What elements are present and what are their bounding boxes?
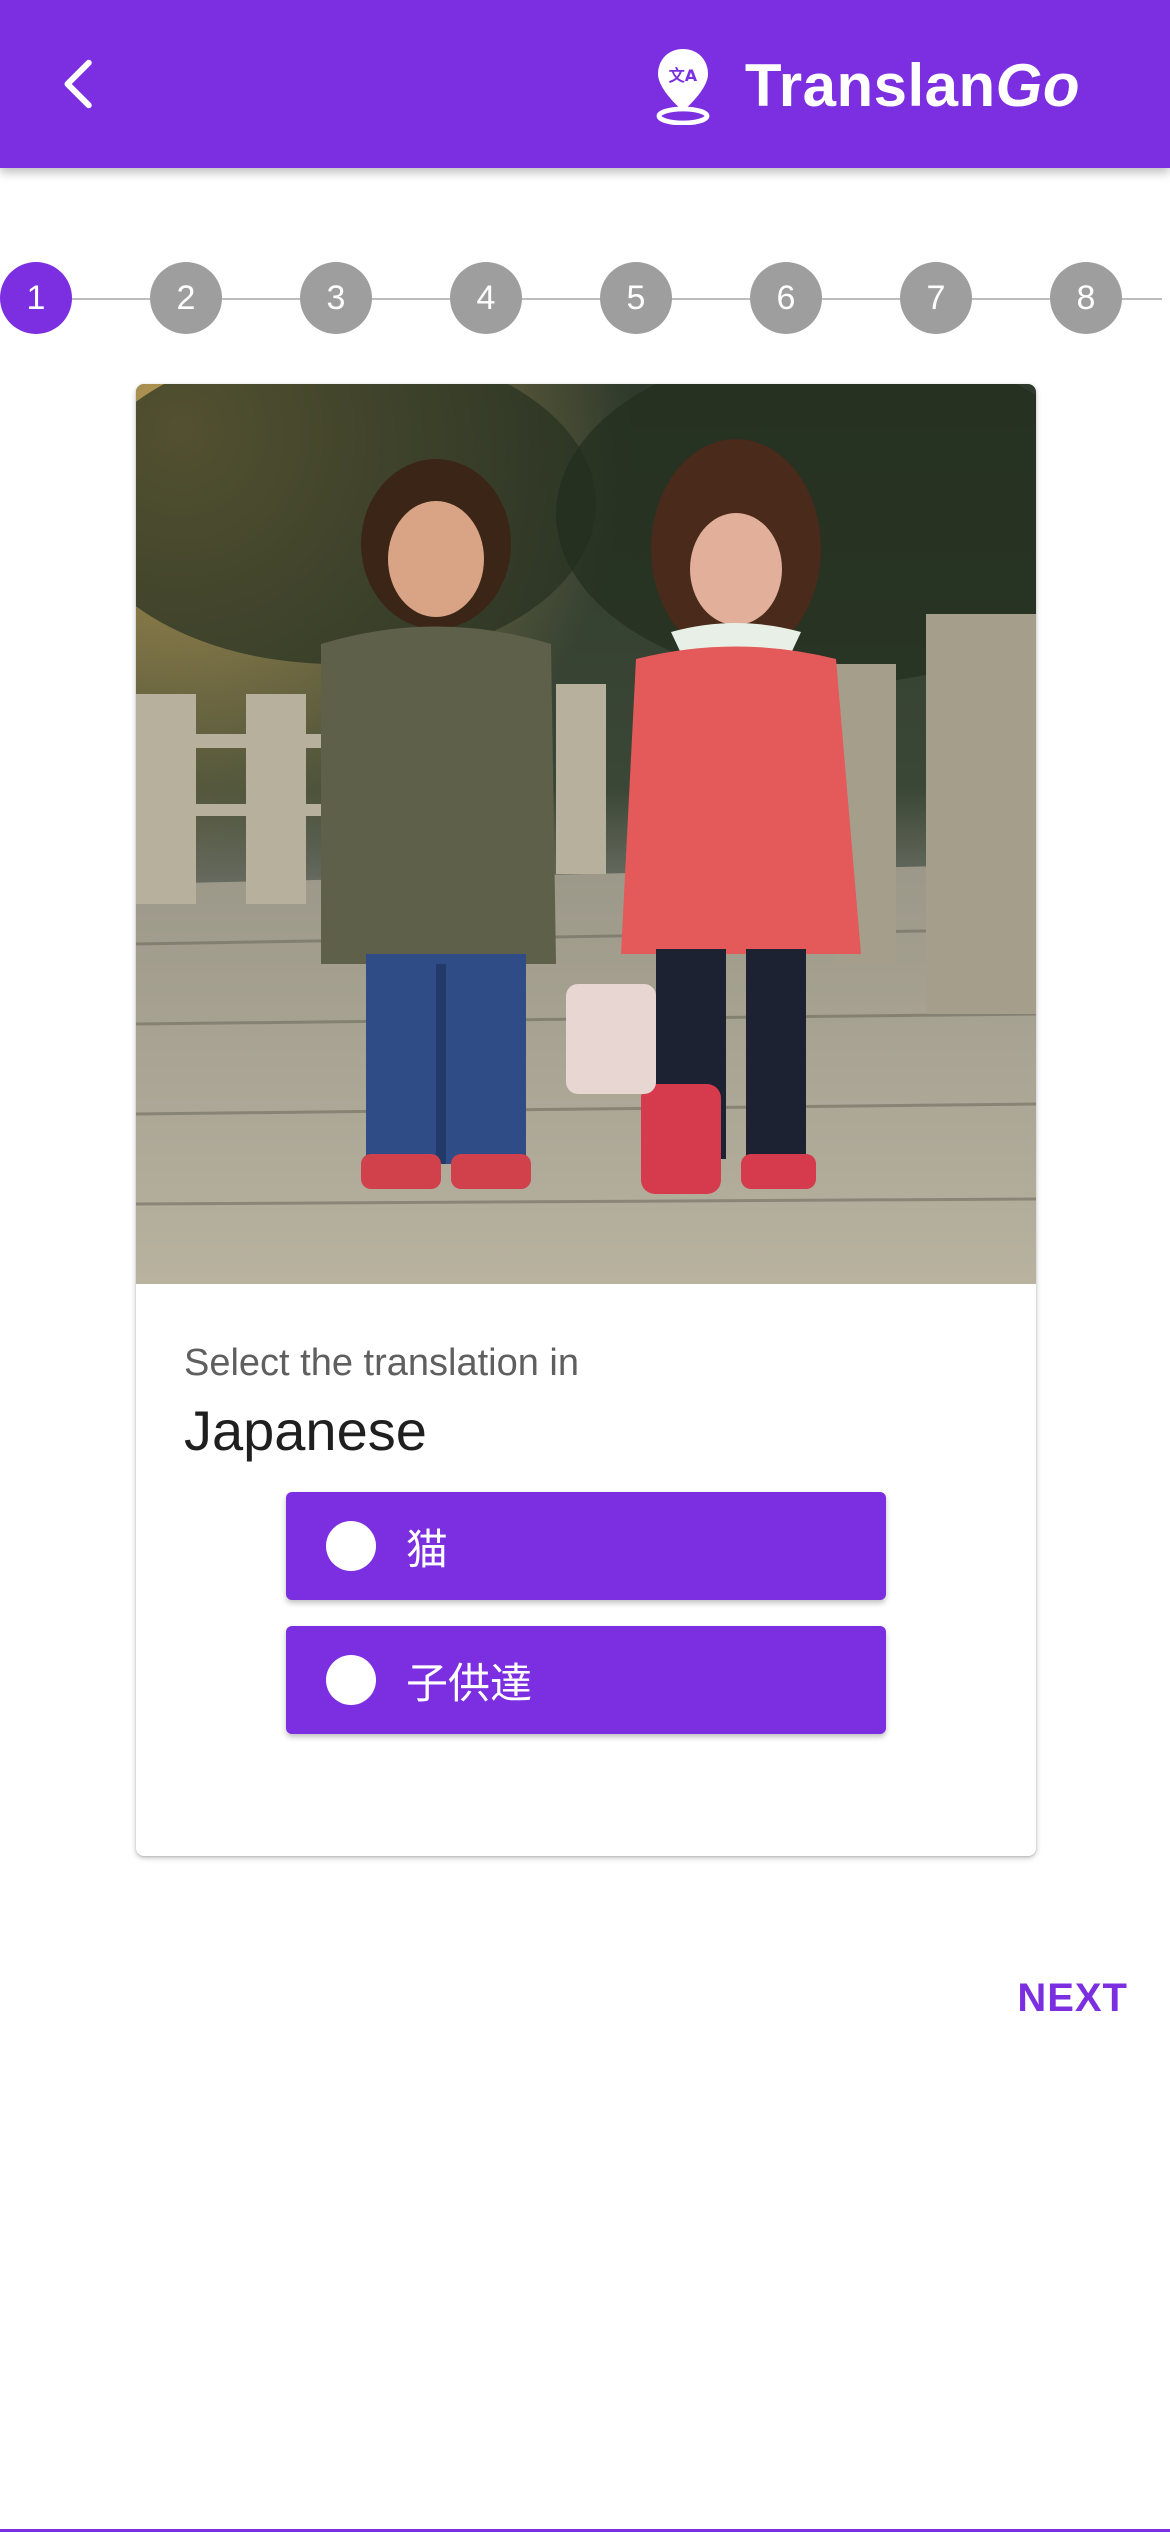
- step-connector: [672, 298, 750, 300]
- next-button[interactable]: NEXT: [1017, 1976, 1128, 2021]
- step-6[interactable]: 6: [750, 262, 822, 334]
- svg-text:文A: 文A: [669, 66, 698, 85]
- quiz-card: Select the translation in Japanese 猫 子供達: [136, 384, 1036, 1856]
- step-2[interactable]: 2: [150, 262, 222, 334]
- step-connector: [972, 298, 1050, 300]
- location-translate-icon: 文A: [656, 49, 710, 125]
- app-brand: 文A TranslanGo: [647, 40, 1080, 130]
- step-connector: [522, 298, 600, 300]
- app-title: TranslanGo: [744, 51, 1080, 119]
- chevron-left-icon: [64, 59, 92, 109]
- step-connector: [822, 298, 900, 300]
- question-prompt: Select the translation in: [184, 1342, 580, 1384]
- progress-stepper: 1 2 3 4 5 6 7 8: [0, 262, 1170, 338]
- answer-option-label: 子供達: [406, 1658, 533, 1708]
- answer-option-2[interactable]: 子供達: [286, 1626, 886, 1734]
- step-8[interactable]: 8: [1050, 262, 1122, 334]
- quiz-photo: [136, 384, 1036, 1284]
- app-bar: 文A TranslanGo: [0, 0, 1170, 168]
- step-1[interactable]: 1: [0, 262, 72, 334]
- step-connector: [1122, 298, 1162, 300]
- step-4[interactable]: 4: [450, 262, 522, 334]
- step-5[interactable]: 5: [600, 262, 672, 334]
- radio-circle-icon[interactable]: [326, 1655, 376, 1705]
- step-connector: [222, 298, 300, 300]
- step-connector: [72, 298, 150, 300]
- step-connector: [372, 298, 450, 300]
- target-language: Japanese: [184, 1399, 427, 1462]
- answer-option-label: 猫: [406, 1524, 449, 1574]
- radio-circle-icon[interactable]: [326, 1521, 376, 1571]
- step-3[interactable]: 3: [300, 262, 372, 334]
- step-7[interactable]: 7: [900, 262, 972, 334]
- answer-option-1[interactable]: 猫: [286, 1492, 886, 1600]
- back-button[interactable]: [30, 36, 130, 132]
